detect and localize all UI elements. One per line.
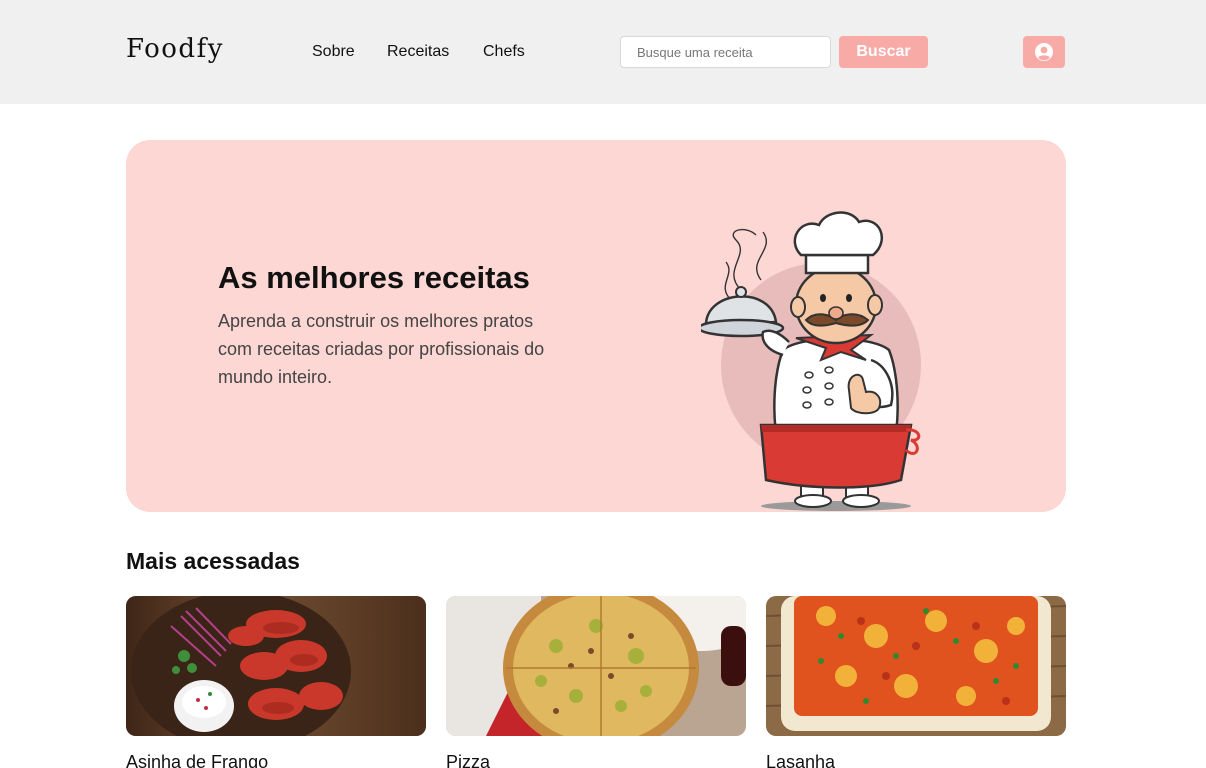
user-circle-icon: [1035, 43, 1053, 61]
recipe-image-pizza[interactable]: [446, 596, 746, 736]
recipe-name[interactable]: Lasanha: [766, 752, 1066, 768]
site-header: Foodfy Sobre Receitas Chefs Buscar: [0, 0, 1206, 104]
nav-link-receitas[interactable]: Receitas: [387, 43, 449, 61]
section-title: Mais acessadas: [126, 548, 300, 574]
search-input[interactable]: [620, 36, 831, 68]
nav-link-chefs[interactable]: Chefs: [483, 43, 525, 61]
recipe-name[interactable]: Pizza: [446, 752, 746, 768]
hero-description: Aprenda a construir os melhores pratos c…: [218, 311, 545, 387]
user-account-button[interactable]: [1023, 36, 1065, 68]
chef-illustration: [701, 211, 921, 511]
recipe-card[interactable]: Pizza: [446, 596, 746, 768]
hero-title: As melhores receitas: [218, 260, 530, 295]
hero-banner: As melhores receitas Aprenda a construir…: [126, 140, 1066, 512]
nav-link-sobre[interactable]: Sobre: [312, 43, 355, 61]
recipe-image-chicken-wings[interactable]: [126, 596, 426, 736]
logo[interactable]: Foodfy: [126, 34, 224, 64]
recipe-card[interactable]: Lasanha: [766, 596, 1066, 768]
recipe-image-lasagna[interactable]: [766, 596, 1066, 736]
search-button[interactable]: Buscar: [839, 36, 928, 68]
recipe-name[interactable]: Asinha de Frango: [126, 752, 426, 768]
recipe-card[interactable]: Asinha de Frango: [126, 596, 426, 768]
